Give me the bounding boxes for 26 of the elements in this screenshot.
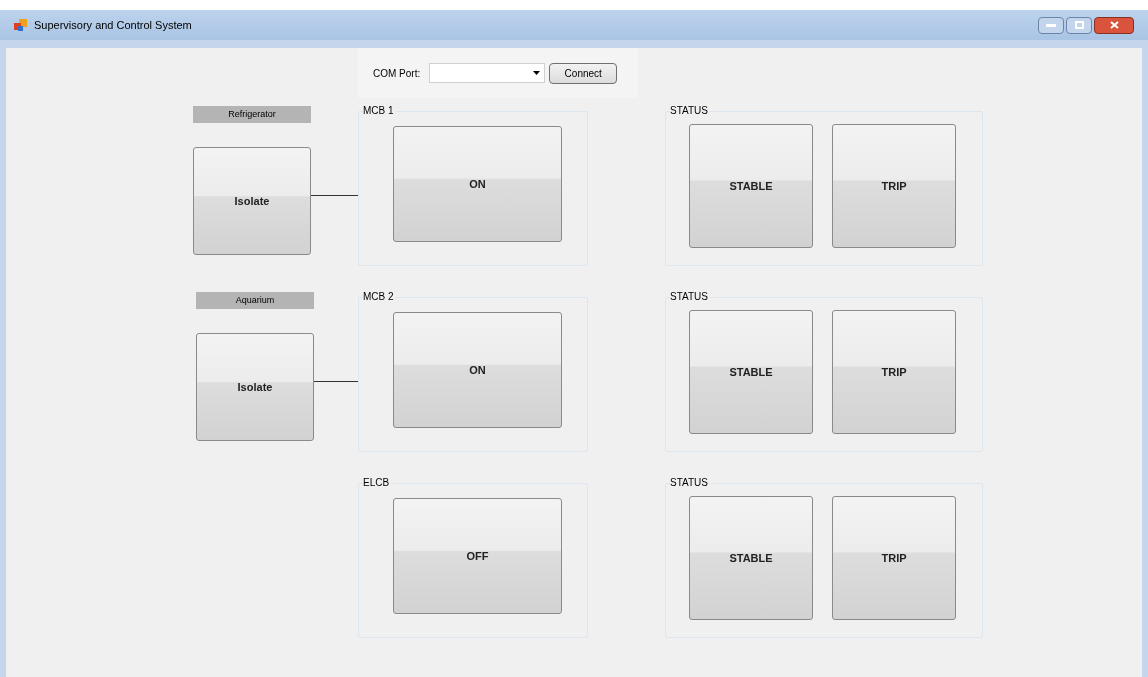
caret-icon [533,71,541,75]
status-button[interactable]: TRIP [832,496,956,620]
breaker-button[interactable]: ON [393,126,562,242]
connect-button[interactable]: Connect [549,62,618,84]
load-label: Refrigerator [193,106,311,123]
app-icon [14,19,28,31]
status-button[interactable]: STABLE [689,496,813,620]
connector-line [311,195,358,196]
breaker-button[interactable]: OFF [393,498,562,614]
load-label: Aquarium [196,292,314,309]
maximize-icon [1074,21,1084,29]
isolate-button[interactable]: Isolate [193,147,311,255]
isolate-button[interactable]: Isolate [196,333,314,441]
status-button[interactable]: STABLE [689,310,813,434]
status-button[interactable]: TRIP [832,124,956,248]
maximize-button[interactable] [1066,16,1092,34]
minimize-icon [1046,23,1056,27]
connector-line [314,381,358,382]
close-button[interactable] [1094,16,1134,34]
close-icon [1109,21,1119,29]
breaker-button[interactable]: ON [393,312,562,428]
status-button[interactable]: TRIP [832,310,956,434]
com-port-label: COM Port: [373,66,421,81]
window-title: Supervisory and Control System [34,17,192,33]
status-button[interactable]: STABLE [689,124,813,248]
minimize-button[interactable] [1038,16,1064,34]
